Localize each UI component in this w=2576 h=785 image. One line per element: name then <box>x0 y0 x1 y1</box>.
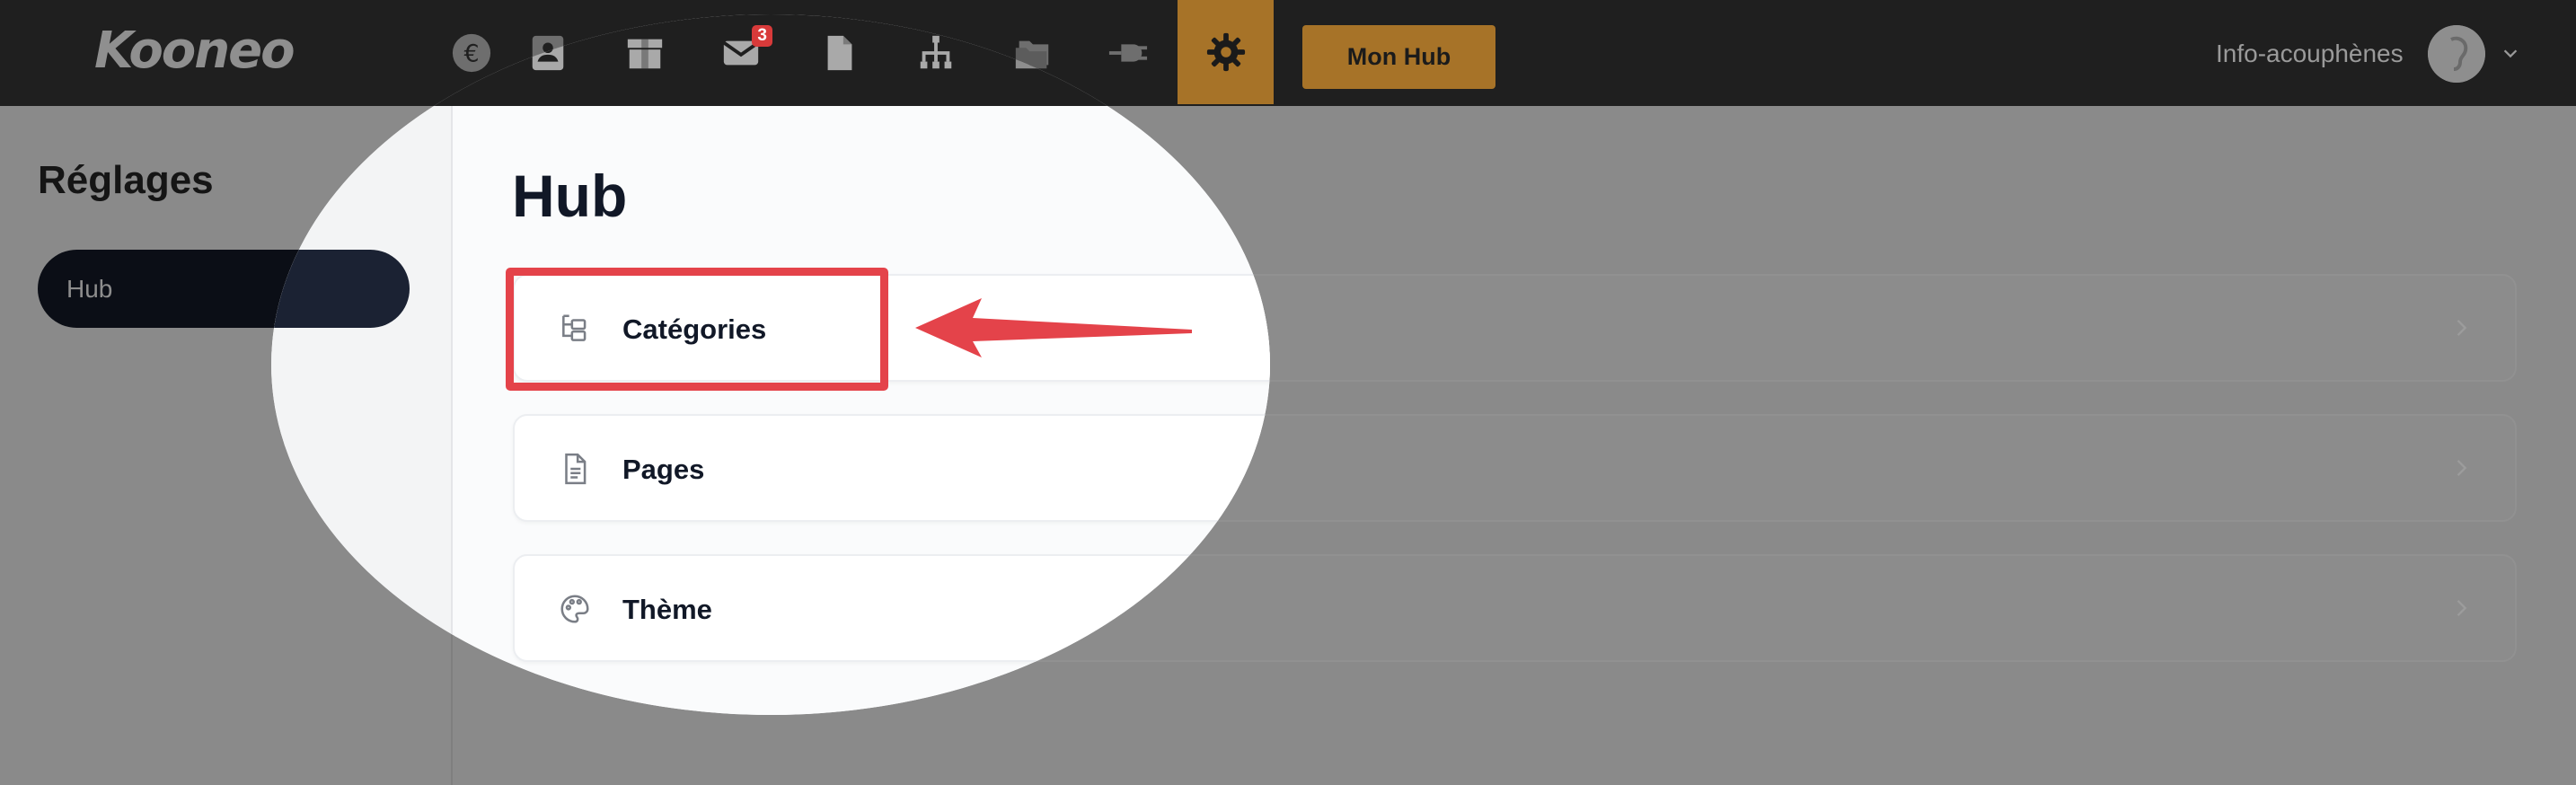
sidebar-bg <box>271 106 453 715</box>
chevron-right-icon <box>2457 460 2467 476</box>
row-label: Thème <box>622 594 712 625</box>
palette-icon <box>560 595 589 623</box>
sitemap-icon[interactable] <box>913 31 958 75</box>
mon-hub-button[interactable]: Mon Hub <box>1302 25 1495 89</box>
sidebar-title: Réglages <box>38 158 214 202</box>
mail-icon[interactable]: 3 <box>719 25 772 75</box>
annotation-arrow-icon <box>915 298 1192 357</box>
chevron-down-icon[interactable] <box>2501 43 2520 63</box>
folders-icon[interactable] <box>1010 31 1055 75</box>
avatar[interactable] <box>2428 25 2485 83</box>
package-icon[interactable] <box>622 31 667 75</box>
plug-icon[interactable] <box>1106 31 1151 75</box>
chevron-right-icon <box>2457 320 2467 336</box>
chevron-right-icon <box>2457 600 2467 616</box>
settings-row-theme[interactable]: Thème <box>513 554 1270 662</box>
sidebar-item-hub[interactable]: Hub <box>271 250 410 328</box>
kooneo-logo[interactable]: Kooneo <box>94 22 296 80</box>
file-icon[interactable] <box>817 31 862 75</box>
settings-row-pages[interactable]: Pages <box>513 414 1270 522</box>
row-label: Pages <box>622 454 705 485</box>
mail-count-badge: 3 <box>752 25 772 47</box>
annotation-highlight-box <box>506 268 888 391</box>
account-name[interactable]: Info-acouphènes <box>2216 40 2404 68</box>
document-icon <box>565 453 587 485</box>
top-nav-bar-spot: 3 <box>271 14 1270 106</box>
page-title: Hub <box>512 163 628 229</box>
contact-card-icon[interactable] <box>525 31 570 75</box>
